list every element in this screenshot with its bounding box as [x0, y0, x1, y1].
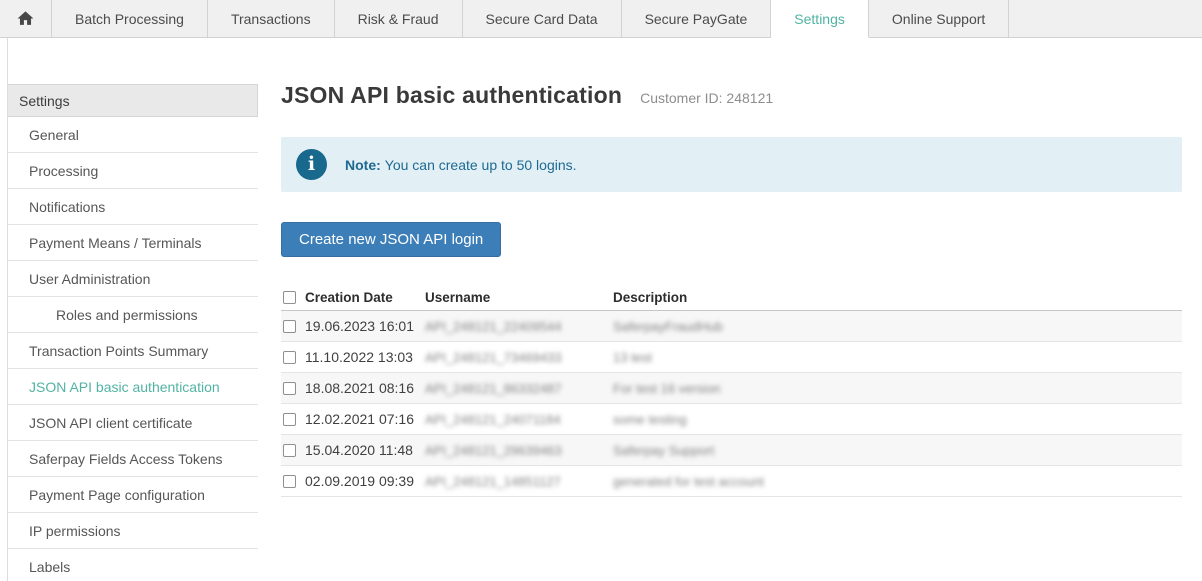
select-all-checkbox[interactable] [283, 291, 296, 304]
saferpay-backoffice-window: { "topnav": { "home_icon": "home-icon", … [0, 0, 1202, 581]
tab-secure-card-data[interactable]: Secure Card Data [463, 0, 622, 38]
row-checkbox[interactable] [283, 382, 296, 395]
row-checkbox-cell [281, 320, 305, 333]
note-text: Note:You can create up to 50 logins. [345, 157, 577, 173]
table-body: 19.06.2023 16:01API_248121_22409544Safer… [281, 311, 1182, 497]
table-header-row: Creation Date Username Description [281, 284, 1182, 311]
customer-id-label: Customer ID: 248121 [640, 90, 773, 106]
tab-settings[interactable]: Settings [771, 0, 869, 38]
table-row: 11.10.2022 13:03API_248121_7346943313 te… [281, 342, 1182, 373]
column-header-creation-date: Creation Date [305, 290, 425, 305]
tab-batch-processing[interactable]: Batch Processing [52, 0, 208, 38]
sidebar-items: GeneralProcessingNotificationsPayment Me… [8, 117, 258, 581]
username-cell-redacted: API_248121_22409544 [425, 319, 613, 334]
description-cell-redacted: generated for test account [613, 474, 1182, 489]
logins-table: Creation Date Username Description 19.06… [281, 284, 1182, 497]
sidebar-item-ip-permissions[interactable]: IP permissions [8, 513, 258, 549]
sidebar-item-notifications[interactable]: Notifications [8, 189, 258, 225]
column-header-username: Username [425, 290, 613, 305]
column-header-description: Description [613, 290, 1182, 305]
description-cell-redacted: 13 test [613, 350, 1182, 365]
username-cell-redacted: API_248121_73469433 [425, 350, 613, 365]
page-title: JSON API basic authentication [281, 82, 622, 109]
table-row: 19.06.2023 16:01API_248121_22409544Safer… [281, 311, 1182, 342]
tab-online-support[interactable]: Online Support [869, 0, 1009, 38]
sidebar-item-payment-means-terminals[interactable]: Payment Means / Terminals [8, 225, 258, 261]
creation-date-cell: 12.02.2021 07:16 [305, 411, 425, 427]
row-checkbox-cell [281, 444, 305, 457]
note-banner: i Note:You can create up to 50 logins. [281, 137, 1182, 192]
table-row: 02.09.2019 09:39API_248121_14851127gener… [281, 466, 1182, 497]
creation-date-cell: 18.08.2021 08:16 [305, 380, 425, 396]
tab-secure-paygate[interactable]: Secure PayGate [622, 0, 772, 38]
page-title-row: JSON API basic authentication Customer I… [281, 82, 773, 109]
sidebar-item-saferpay-fields-access-tokens[interactable]: Saferpay Fields Access Tokens [8, 441, 258, 477]
top-nav-filler [1009, 0, 1202, 38]
note-prefix: Note: [345, 157, 381, 173]
row-checkbox-cell [281, 475, 305, 488]
tab-transactions[interactable]: Transactions [208, 0, 335, 38]
sidebar-item-json-api-basic-authentication[interactable]: JSON API basic authentication [8, 369, 258, 405]
table-row: 15.04.2020 11:48API_248121_29639463Safer… [281, 435, 1182, 466]
creation-date-cell: 19.06.2023 16:01 [305, 318, 425, 334]
sidebar-item-labels[interactable]: Labels [8, 549, 258, 581]
row-checkbox[interactable] [283, 351, 296, 364]
home-icon [16, 9, 35, 28]
settings-sidebar: Settings GeneralProcessingNotificationsP… [7, 38, 258, 581]
sidebar-item-user-administration[interactable]: User Administration [8, 261, 258, 297]
sidebar-item-general[interactable]: General [8, 117, 258, 153]
table-row: 12.02.2021 07:16API_248121_24071184some … [281, 404, 1182, 435]
username-cell-redacted: API_248121_29639463 [425, 443, 613, 458]
table-row: 18.08.2021 08:16API_248121_86332487For t… [281, 373, 1182, 404]
creation-date-cell: 02.09.2019 09:39 [305, 473, 425, 489]
sidebar-item-json-api-client-certificate[interactable]: JSON API client certificate [8, 405, 258, 441]
select-all-cell [281, 291, 305, 304]
tab-home[interactable] [0, 0, 52, 38]
top-nav-tabs: Batch ProcessingTransactionsRisk & Fraud… [0, 0, 1202, 38]
creation-date-cell: 15.04.2020 11:48 [305, 442, 425, 458]
username-cell-redacted: API_248121_86332487 [425, 381, 613, 396]
username-cell-redacted: API_248121_24071184 [425, 412, 613, 427]
description-cell-redacted: Saferpay Support [613, 443, 1182, 458]
sidebar-item-processing[interactable]: Processing [8, 153, 258, 189]
row-checkbox[interactable] [283, 413, 296, 426]
row-checkbox-cell [281, 413, 305, 426]
username-cell-redacted: API_248121_14851127 [425, 474, 613, 489]
row-checkbox[interactable] [283, 444, 296, 457]
note-body: You can create up to 50 logins. [385, 157, 577, 173]
main-content: JSON API basic authentication Customer I… [281, 38, 1182, 581]
row-checkbox-cell [281, 382, 305, 395]
sidebar-item-transaction-points-summary[interactable]: Transaction Points Summary [8, 333, 258, 369]
description-cell-redacted: some testing [613, 412, 1182, 427]
create-json-api-login-button[interactable]: Create new JSON API login [281, 222, 501, 257]
description-cell-redacted: For test 16 version [613, 381, 1182, 396]
tab-risk-fraud[interactable]: Risk & Fraud [335, 0, 463, 38]
sidebar-header-settings[interactable]: Settings [8, 84, 258, 117]
info-icon: i [296, 149, 327, 180]
row-checkbox[interactable] [283, 475, 296, 488]
creation-date-cell: 11.10.2022 13:03 [305, 349, 425, 365]
row-checkbox-cell [281, 351, 305, 364]
sidebar-item-payment-page-configuration[interactable]: Payment Page configuration [8, 477, 258, 513]
row-checkbox[interactable] [283, 320, 296, 333]
description-cell-redacted: SaferpayFraudHub [613, 319, 1182, 334]
sidebar-item-roles-and-permissions[interactable]: Roles and permissions [8, 297, 258, 333]
